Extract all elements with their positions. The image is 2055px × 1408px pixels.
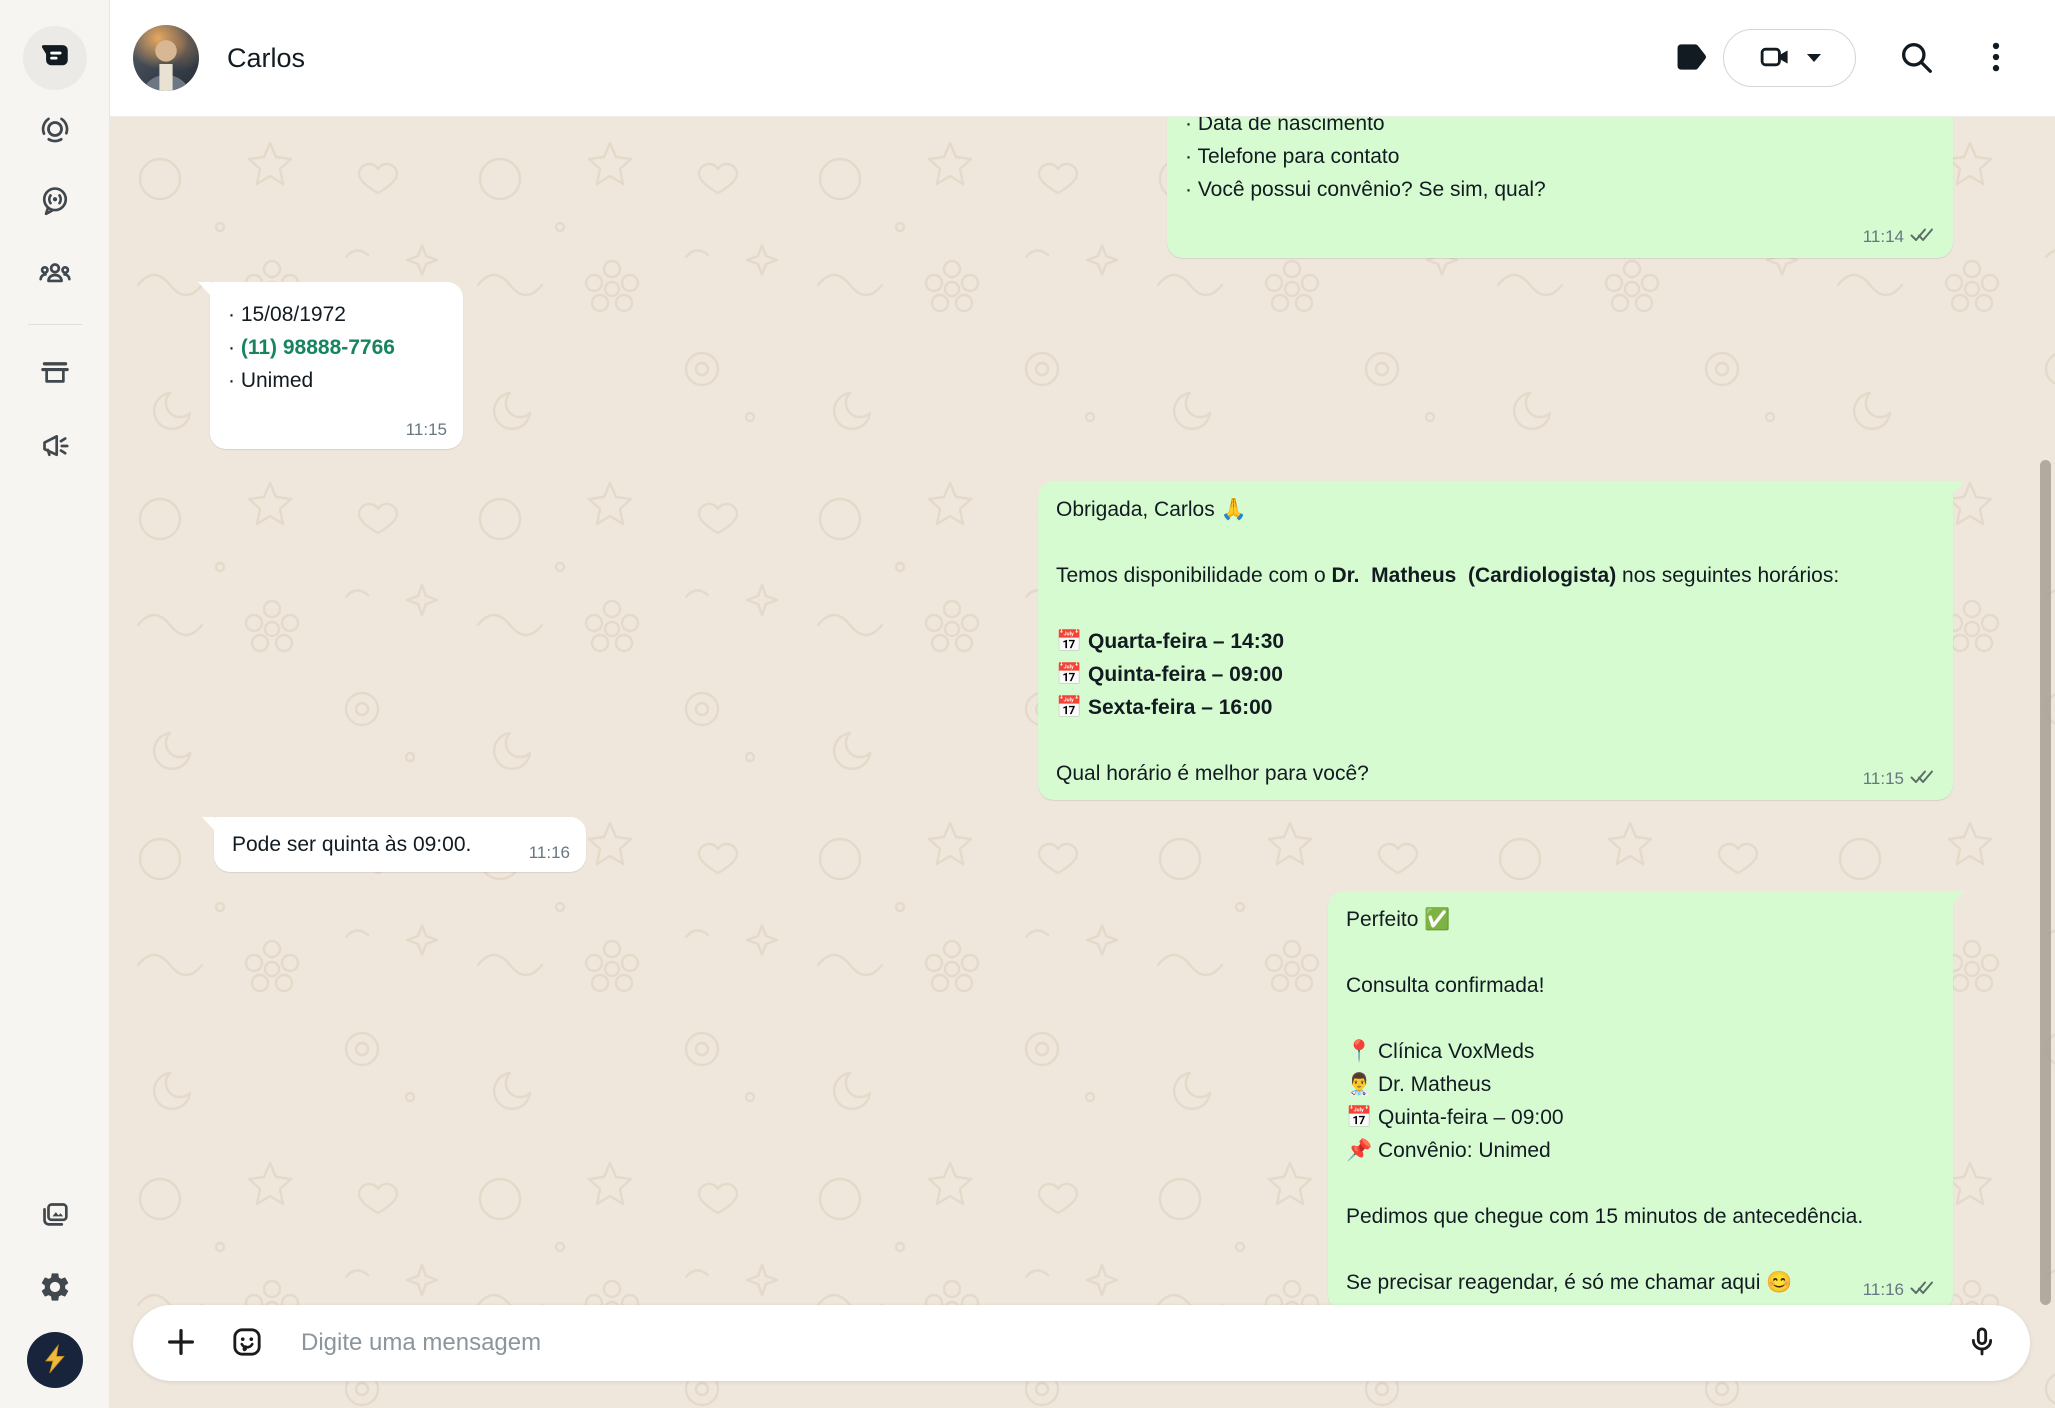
message-line: Temos disponibilidade com o Dr. Matheus … [1056, 559, 1935, 592]
double-check-icon [1910, 225, 1937, 249]
phone-number-link[interactable]: (11) 98888-7766 [241, 336, 395, 359]
message-line: · Data de nascimento [1185, 117, 1935, 140]
search-icon [1897, 38, 1935, 79]
message-meta: 11:14 [1863, 225, 1937, 249]
kebab-menu-icon [1977, 38, 2015, 79]
attach-button[interactable] [155, 1317, 207, 1369]
double-check-icon [1910, 767, 1937, 791]
message-line: · Unimed [228, 364, 445, 397]
message-meta: 11:15 [1863, 767, 1937, 791]
sidebar [0, 0, 110, 1408]
message-line: 📌 Convênio: Unimed [1346, 1134, 1935, 1167]
message-time: 11:14 [1863, 227, 1904, 247]
message-line: Se precisar reagendar, é só me chamar aq… [1346, 1266, 1935, 1299]
contact-avatar[interactable] [133, 25, 199, 91]
communities-icon [38, 256, 72, 293]
storefront-icon [38, 357, 72, 394]
search-button[interactable] [1897, 39, 1935, 77]
label-button[interactable] [1672, 39, 1710, 77]
message-line: Perfeito ✅ [1346, 903, 1935, 936]
message-line: 📅 Sexta-feira – 16:00 [1056, 691, 1935, 724]
double-check-icon [1910, 1278, 1937, 1302]
message-line [1346, 1233, 1935, 1266]
media-icon [38, 1198, 72, 1235]
sticker-button[interactable] [221, 1317, 273, 1369]
message-time: 11:15 [1863, 769, 1904, 789]
message-meta: 11:16 [1863, 1278, 1937, 1302]
sidebar-item-business-tools[interactable] [23, 343, 87, 407]
sidebar-item-settings[interactable] [23, 1256, 87, 1320]
message-bubble-out[interactable]: · Data de nascimento· Telefone para cont… [1167, 117, 1953, 258]
profile-avatar[interactable] [27, 1332, 83, 1388]
message-bubble-out[interactable]: Perfeito ✅ Consulta confirmada! 📍 Clínic… [1328, 891, 1953, 1311]
chat-header: Carlos [110, 0, 2055, 117]
message-line [1056, 592, 1935, 625]
message-line [1056, 526, 1935, 559]
message-line: 📅 Quinta-feira – 09:00 [1056, 658, 1935, 691]
megaphone-icon [38, 429, 72, 466]
message-bubble-in[interactable]: · 15/08/1972· (11) 98888-7766· Unimed 11:… [210, 282, 463, 449]
message-meta: 11:16 [529, 843, 570, 863]
sidebar-item-status[interactable] [23, 98, 87, 162]
lightning-bolt-icon [38, 1342, 72, 1379]
chat-area: · Data de nascimento· Telefone para cont… [110, 117, 2055, 1408]
chat-scrollbar[interactable] [2040, 460, 2051, 1305]
message-line: 📍 Clínica VoxMeds [1346, 1035, 1935, 1068]
message-line: 📅 Quinta-feira – 09:00 [1346, 1101, 1935, 1134]
contact-name[interactable]: Carlos [227, 43, 305, 74]
sidebar-item-communities[interactable] [23, 242, 87, 306]
chats-icon [38, 40, 72, 77]
mic-icon [1965, 1325, 1999, 1362]
menu-button[interactable] [1977, 39, 2015, 77]
message-line: Pode ser quinta às 09:00. [232, 828, 502, 861]
message-line: Obrigada, Carlos 🙏 [1056, 493, 1935, 526]
message-line [1346, 936, 1935, 969]
message-line [1346, 1167, 1935, 1200]
message-bubble-out[interactable]: Obrigada, Carlos 🙏 Temos disponibilidade… [1038, 481, 1953, 800]
sidebar-divider [28, 324, 82, 325]
message-line [1056, 724, 1935, 757]
message-line: Pedimos que chegue com 15 minutos de ant… [1346, 1200, 1935, 1233]
plus-icon [164, 1325, 198, 1362]
whatsapp-app: Carlos [0, 0, 2055, 1408]
sidebar-item-chats[interactable] [23, 26, 87, 90]
video-call-button[interactable] [1723, 29, 1856, 87]
video-call-icon [1758, 40, 1792, 77]
chevron-down-icon [1806, 51, 1822, 66]
voice-message-button[interactable] [1956, 1317, 2008, 1369]
chat-panel: Carlos [110, 0, 2055, 1408]
message-line: Consulta confirmada! [1346, 969, 1935, 1002]
sidebar-item-channels[interactable] [23, 170, 87, 234]
channels-icon [38, 184, 72, 221]
message-line: 📅 Quarta-feira – 14:30 [1056, 625, 1935, 658]
message-line: · Você possui convênio? Se sim, qual? [1185, 173, 1935, 206]
message-time: 11:15 [406, 420, 447, 440]
message-line: 👨‍⚕️ Dr. Matheus [1346, 1068, 1935, 1101]
message-line: · 15/08/1972 [228, 298, 445, 331]
message-line: · (11) 98888-7766 [228, 331, 445, 364]
message-line: Qual horário é melhor para você? [1056, 757, 1935, 790]
message-time: 11:16 [1863, 1280, 1904, 1300]
message-line: · Telefone para contato [1185, 140, 1935, 173]
message-line [1346, 1002, 1935, 1035]
message-bubble-in[interactable]: Pode ser quinta às 09:00. 11:16 [214, 817, 586, 872]
message-time: 11:16 [529, 843, 570, 863]
sticker-icon [230, 1325, 264, 1362]
sidebar-item-advertise[interactable] [23, 415, 87, 479]
status-updates-icon [38, 112, 72, 149]
message-composer [133, 1305, 2030, 1381]
sidebar-item-media[interactable] [23, 1184, 87, 1248]
message-meta: 11:15 [406, 420, 447, 440]
message-input[interactable] [299, 1328, 1956, 1358]
gear-icon [38, 1270, 72, 1307]
label-icon [1672, 38, 1710, 79]
